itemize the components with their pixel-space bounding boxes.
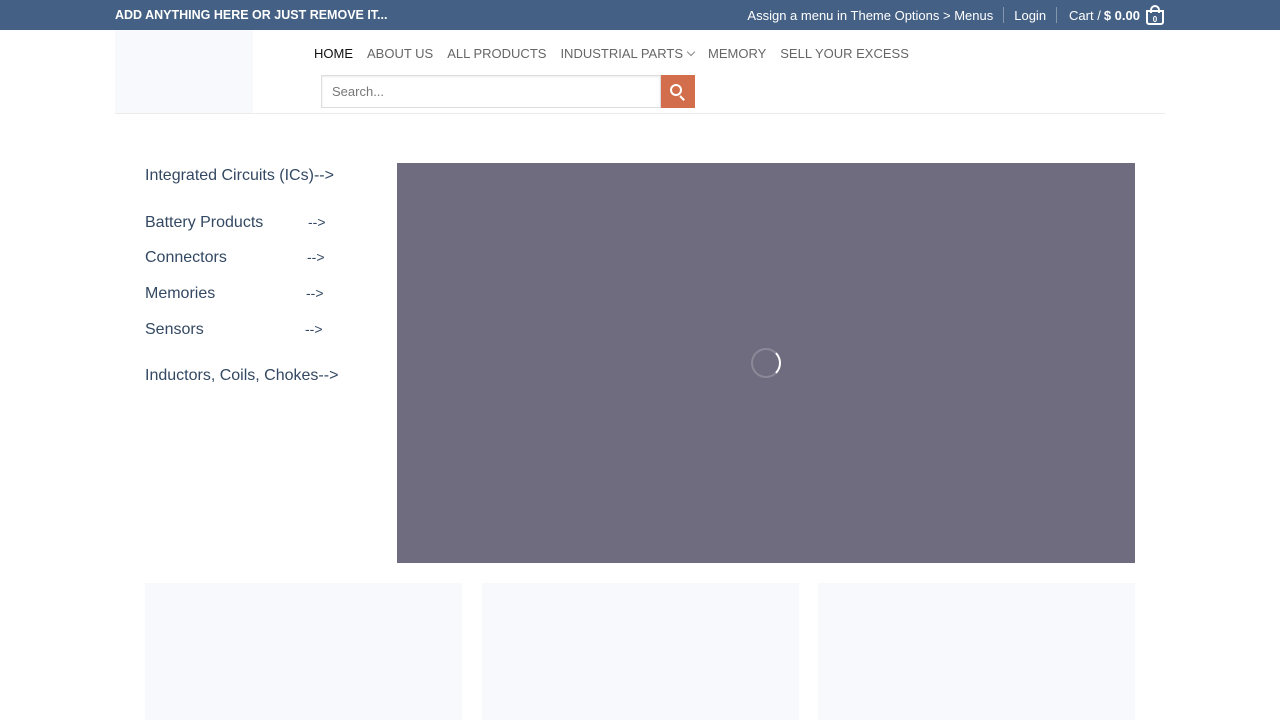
nav-item-home[interactable]: HOME: [314, 46, 353, 61]
cart-count: 0: [1152, 15, 1158, 24]
category-label: Battery Products: [145, 214, 264, 231]
theme-menu-link[interactable]: Assign a menu in Theme Options > Menus: [737, 8, 1003, 23]
login-link[interactable]: Login: [1004, 8, 1056, 23]
top-bar-right: Assign a menu in Theme Options > Menus L…: [737, 0, 1164, 30]
hero-slider[interactable]: [397, 163, 1135, 563]
category-label: Inductors, Coils, Chokes-->: [145, 367, 339, 384]
category-link-sensors[interactable]: Sensors -->: [145, 321, 323, 339]
category-label: Connectors: [145, 249, 227, 266]
category-label: Integrated Circuits (ICs)-->: [145, 167, 334, 184]
category-label: Sensors: [145, 321, 204, 338]
nav-item-about-us[interactable]: ABOUT US: [367, 46, 433, 61]
nav-item-all-products[interactable]: ALL PRODUCTS: [447, 46, 546, 61]
search-input[interactable]: [321, 75, 661, 108]
main-nav: HOME ABOUT US ALL PRODUCTS INDUSTRIAL PA…: [314, 46, 923, 61]
banner-box[interactable]: [482, 583, 799, 720]
category-link-battery-products[interactable]: Battery Products -->: [145, 214, 326, 232]
category-arrow: -->: [308, 214, 326, 230]
banner-box[interactable]: [145, 583, 462, 720]
spinner-icon: [751, 348, 781, 378]
site-logo[interactable]: [115, 30, 253, 113]
nav-item-memory[interactable]: MEMORY: [708, 46, 766, 61]
category-arrow: -->: [305, 321, 323, 337]
chevron-down-icon: [686, 47, 696, 56]
category-link-integrated-circuits[interactable]: Integrated Circuits (ICs)-->: [145, 167, 334, 185]
banner-box[interactable]: [818, 583, 1135, 720]
category-label: Memories: [145, 285, 216, 302]
category-link-memories[interactable]: Memories -->: [145, 285, 324, 303]
nav-item-sell-your-excess[interactable]: SELL YOUR EXCESS: [780, 46, 909, 61]
category-arrow: -->: [306, 285, 324, 301]
cart-link[interactable]: Cart / $ 0.00 0: [1057, 5, 1164, 25]
nav-item-industrial-parts[interactable]: INDUSTRIAL PARTS: [560, 46, 696, 61]
shopping-bag-icon: 0: [1146, 5, 1164, 25]
search-form: [321, 75, 695, 108]
category-link-connectors[interactable]: Connectors -->: [145, 249, 325, 267]
category-arrow: -->: [307, 249, 325, 265]
cart-amount: $ 0.00: [1103, 7, 1140, 23]
search-icon: [670, 83, 686, 101]
cart-label: Cart /: [1069, 7, 1101, 23]
top-bar: ADD ANYTHING HERE OR JUST REMOVE IT... A…: [0, 0, 1280, 30]
search-button[interactable]: [661, 75, 695, 108]
header-divider: [115, 113, 1165, 114]
nav-item-label: INDUSTRIAL PARTS: [560, 46, 683, 61]
promo-text: ADD ANYTHING HERE OR JUST REMOVE IT...: [115, 8, 388, 22]
category-link-inductors[interactable]: Inductors, Coils, Chokes-->: [145, 367, 338, 385]
